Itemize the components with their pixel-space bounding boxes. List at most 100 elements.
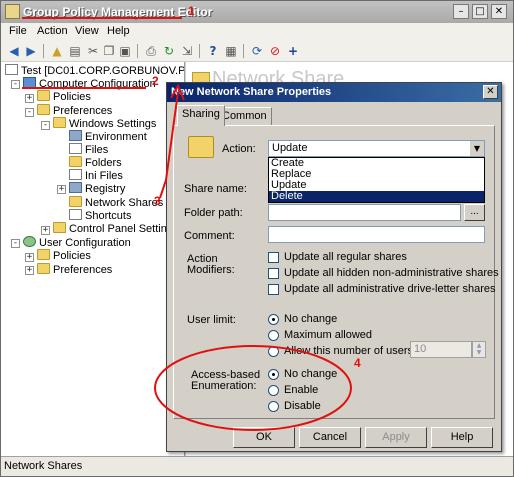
expand-icon[interactable]: + [25,266,34,275]
action-option-delete[interactable]: Delete [269,191,484,202]
sharing-tab-panel: Action: Update ▼ Share name: Folder path… [173,125,499,419]
user-limit-no-change-label: No change [284,313,338,325]
cancel-button[interactable]: Cancel [299,427,361,448]
tree-item-windows-settings[interactable]: Windows Settings [53,117,156,131]
maximize-button[interactable]: □ [472,4,488,19]
action-dropdown-list: Create Replace Update Delete [268,157,485,203]
up-folder-icon[interactable]: ▲ [49,43,65,59]
menu-file[interactable]: File [9,25,27,37]
close-button[interactable]: ✕ [491,4,507,19]
comment-field[interactable] [268,226,485,243]
user-limit-number-radio[interactable] [268,346,279,357]
modifier-hidden-checkbox[interactable] [268,268,279,279]
abe-enable-radio[interactable] [268,385,279,396]
abe-enable-label: Enable [284,384,319,396]
tree-item-network-shares[interactable]: Network Shares [69,196,164,210]
sync-icon[interactable]: ⟳ [249,43,265,59]
user-limit-number-label: Allow this number of users: [284,345,417,357]
abe-no-change-label: No change [284,368,338,380]
annotation-number-1: 1 [188,4,195,18]
collapse-icon[interactable]: - [11,239,20,248]
block-icon[interactable]: ⊘ [267,43,283,59]
shortcut-icon [69,209,82,220]
action-label: Action: [222,143,256,155]
show-hide-tree-icon[interactable]: ▤ [67,43,83,59]
action-modifiers-label-line2: Modifiers: [187,264,235,276]
back-icon[interactable]: ◀ [6,43,22,59]
expand-icon[interactable]: + [25,253,34,262]
folder-icon [37,249,50,260]
abe-no-change-radio[interactable] [268,369,279,380]
properties-dialog: New Network Share Properties ✕ Sharing C… [166,82,502,452]
abe-disable-label: Disable [284,400,321,412]
folder-icon [53,222,66,233]
user-icon [23,236,36,247]
ini-file-icon [69,169,82,180]
abe-disable-radio[interactable] [268,401,279,412]
tab-common[interactable]: Common [217,107,272,125]
help-button[interactable]: Help [431,427,493,448]
tree-item-user-preferences[interactable]: Preferences [37,263,112,277]
apply-button[interactable]: Apply [365,427,427,448]
collapse-icon[interactable]: - [11,80,20,89]
app-icon [5,4,20,19]
copy-icon[interactable]: ❐ [101,43,117,59]
print-icon[interactable]: ⎙ [143,43,159,59]
folder-icon [69,156,82,167]
toolbar-separator [43,44,44,58]
tree-item-control-panel-settings[interactable]: Control Panel Settings [53,222,178,236]
collapse-icon[interactable]: - [41,121,50,130]
spinner-arrows-icon[interactable]: ▲ ▼ [472,341,486,358]
tree-item-policies[interactable]: Policies [37,90,91,104]
user-limit-maximum-radio[interactable] [268,330,279,341]
expand-icon[interactable]: + [41,226,50,235]
folder-path-label: Folder path: [184,207,243,219]
properties-icon[interactable]: ▦ [223,43,239,59]
expand-icon[interactable]: + [25,94,34,103]
export-icon[interactable]: ⇲ [179,43,195,59]
cut-icon[interactable]: ✂ [85,43,101,59]
environment-icon [69,130,82,141]
annotation-number-4: 4 [354,356,361,370]
folder-icon [37,104,50,115]
dialog-close-button[interactable]: ✕ [483,85,498,99]
refresh-icon[interactable]: ↻ [161,43,177,59]
minimize-button[interactable]: – [453,4,469,19]
chevron-down-icon[interactable]: ▼ [469,141,484,156]
menu-help[interactable]: Help [107,25,130,37]
toolbar-separator [137,44,138,58]
folder-icon [37,263,50,274]
add-icon[interactable]: + [285,43,301,59]
modifier-regular-checkbox[interactable] [268,252,279,263]
expand-icon[interactable]: + [57,185,66,194]
action-select[interactable]: Update ▼ [268,140,485,157]
modifier-admin-checkbox[interactable] [268,284,279,295]
shared-folder-icon [188,136,214,158]
user-limit-spinner[interactable]: 10 [410,341,472,358]
forward-icon[interactable]: ▶ [23,43,39,59]
dialog-title: New Network Share Properties [171,86,332,98]
tree-item-shortcuts[interactable]: Shortcuts [69,209,131,223]
collapse-icon[interactable]: - [25,108,34,117]
tree-item-environment[interactable]: Environment [69,130,147,144]
folder-path-field[interactable] [268,204,461,221]
tree-item-user-configuration[interactable]: User Configuration [23,236,131,250]
modifier-admin-label: Update all administrative drive-letter s… [284,283,496,295]
tab-sharing[interactable]: Sharing [177,105,225,126]
title-bar: Group Policy Management Editor – □ ✕ [1,1,513,23]
tree-item-files[interactable]: Files [69,143,108,157]
network-share-icon [69,196,82,207]
ok-button[interactable]: OK [233,427,295,448]
paste-icon[interactable]: ▣ [117,43,133,59]
tree-item-ini-files[interactable]: Ini Files [69,169,123,183]
menu-view[interactable]: View [75,25,99,37]
menu-action[interactable]: Action [37,25,68,37]
folder-icon [53,117,66,128]
tree-item-registry[interactable]: Registry [69,182,125,196]
tree-item-user-policies[interactable]: Policies [37,249,91,263]
tree-item-folders[interactable]: Folders [69,156,122,170]
user-limit-no-change-radio[interactable] [268,314,279,325]
tree-item-preferences[interactable]: Preferences [37,104,112,118]
browse-button[interactable]: ... [464,204,485,221]
help-icon[interactable]: ? [205,43,221,59]
